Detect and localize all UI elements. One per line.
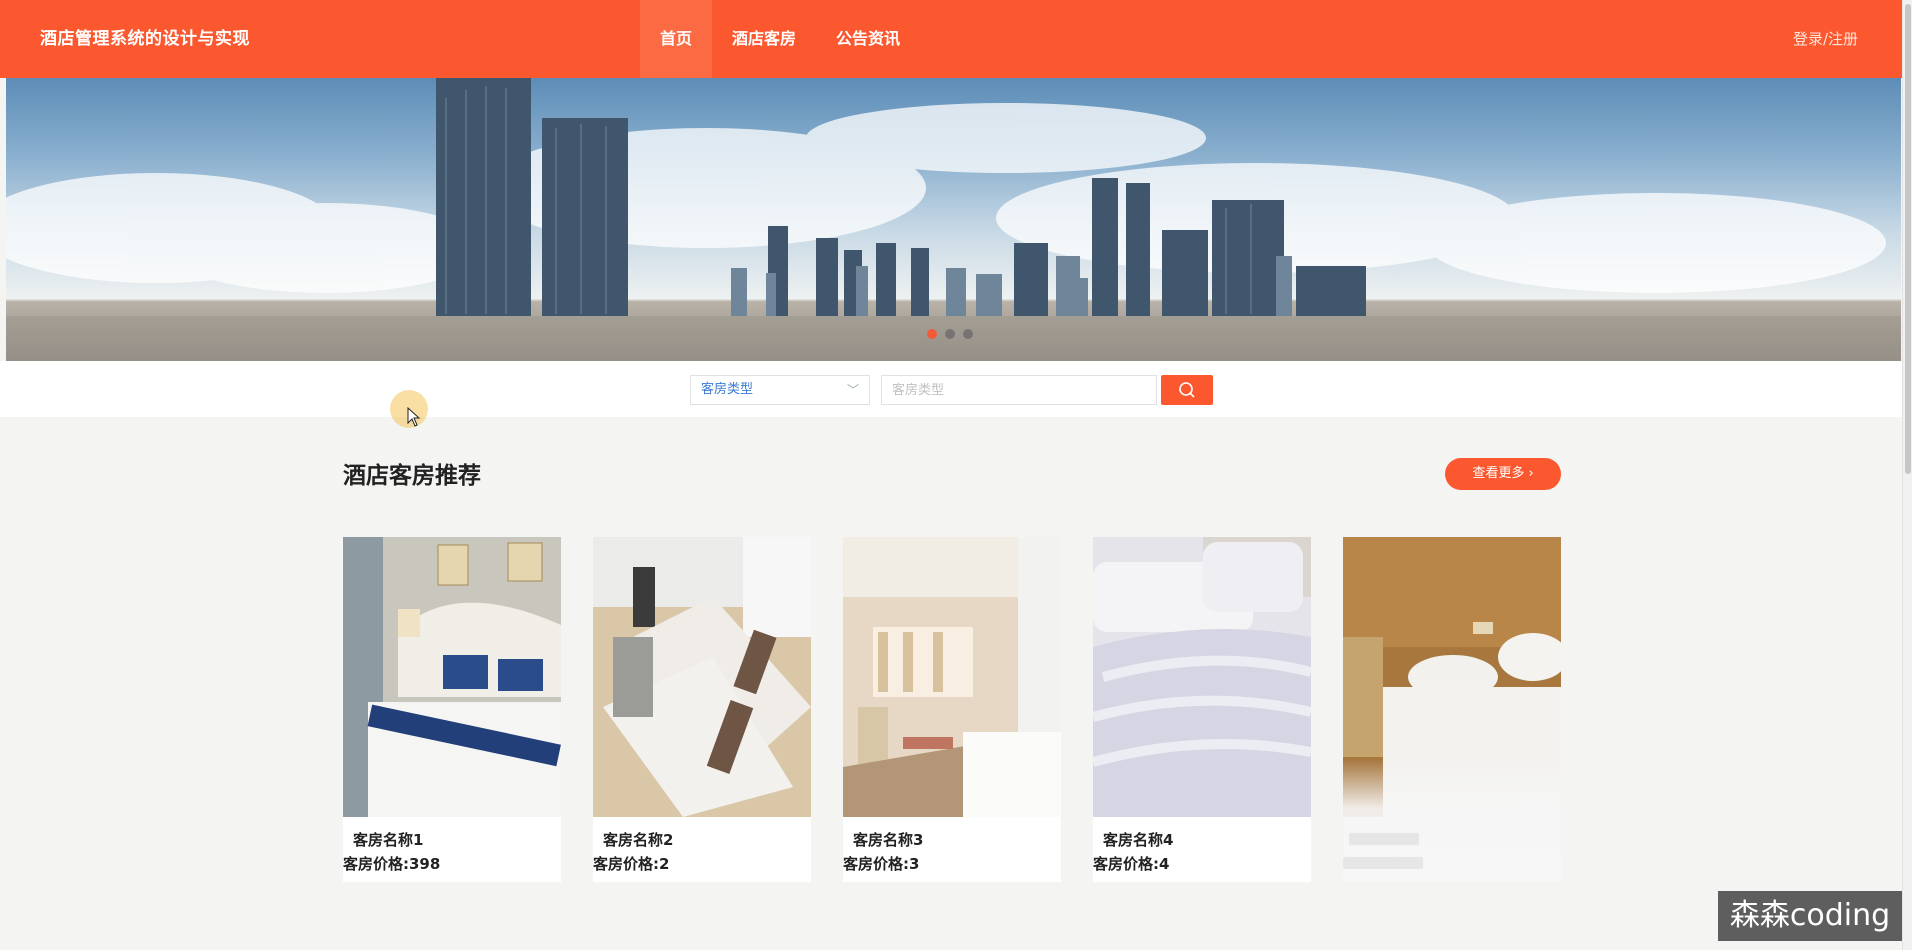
room-price: 客房价格:398 bbox=[343, 855, 441, 873]
city-skyline-image bbox=[6, 78, 1901, 361]
room-price: 客房价格:3 bbox=[843, 855, 920, 873]
search-input[interactable] bbox=[881, 375, 1157, 405]
search-button[interactable] bbox=[1161, 375, 1213, 405]
view-more-label: 查看更多 bbox=[1472, 466, 1525, 481]
room-name-placeholder bbox=[1349, 833, 1419, 845]
room-photo bbox=[1093, 537, 1311, 817]
search-icon bbox=[1179, 382, 1195, 398]
room-name: 客房名称3 bbox=[853, 831, 924, 849]
nav-item-home[interactable]: 首页 bbox=[640, 0, 713, 78]
nav-item-announcements[interactable]: 公告资讯 bbox=[816, 0, 920, 78]
search-bar: 客房类型 ﹀ bbox=[0, 361, 1902, 417]
video-watermark: 森森coding bbox=[1718, 891, 1902, 941]
room-name: 客房名称4 bbox=[1103, 831, 1174, 849]
room-card[interactable]: 客房名称4 客房价格:4 bbox=[1093, 537, 1311, 882]
room-photo bbox=[343, 537, 561, 817]
room-type-select[interactable]: 客房类型 ﹀ bbox=[690, 375, 870, 405]
chevron-right-icon: › bbox=[1528, 466, 1534, 481]
hero-banner bbox=[6, 78, 1901, 361]
top-header: 酒店管理系统的设计与实现 首页 酒店客房 公告资讯 登录/注册 bbox=[0, 0, 1902, 78]
site-title: 酒店管理系统的设计与实现 bbox=[40, 29, 250, 49]
page-scrollbar[interactable] bbox=[1902, 0, 1912, 950]
banner-dots bbox=[927, 329, 973, 339]
banner-dot-2[interactable] bbox=[945, 329, 955, 339]
room-price: 客房价格:2 bbox=[593, 855, 670, 873]
scrollbar-thumb[interactable] bbox=[1905, 4, 1911, 474]
room-price-placeholder bbox=[1343, 857, 1423, 869]
room-price: 客房价格:4 bbox=[1093, 855, 1170, 873]
room-photo bbox=[593, 537, 811, 817]
room-type-select-value: 客房类型 bbox=[701, 382, 754, 397]
view-more-button[interactable]: 查看更多 › bbox=[1445, 458, 1561, 490]
main-nav: 首页 酒店客房 公告资讯 bbox=[640, 0, 920, 78]
room-card[interactable] bbox=[1343, 537, 1561, 882]
room-name: 客房名称1 bbox=[353, 831, 424, 849]
room-photo bbox=[843, 537, 1061, 817]
room-card[interactable]: 客房名称3 客房价格:3 bbox=[843, 537, 1061, 882]
room-card[interactable]: 客房名称2 客房价格:2 bbox=[593, 537, 811, 882]
banner-dot-3[interactable] bbox=[963, 329, 973, 339]
room-card[interactable]: 客房名称1 客房价格:398 bbox=[343, 537, 561, 882]
room-name: 客房名称2 bbox=[603, 831, 674, 849]
mouse-cursor-icon bbox=[407, 407, 421, 427]
chevron-down-icon: ﹀ bbox=[846, 383, 859, 397]
section-title: 酒店客房推荐 bbox=[343, 463, 481, 489]
banner-dot-1[interactable] bbox=[927, 329, 937, 339]
nav-item-hotel-rooms[interactable]: 酒店客房 bbox=[712, 0, 816, 78]
login-register-link[interactable]: 登录/注册 bbox=[1793, 0, 1858, 78]
